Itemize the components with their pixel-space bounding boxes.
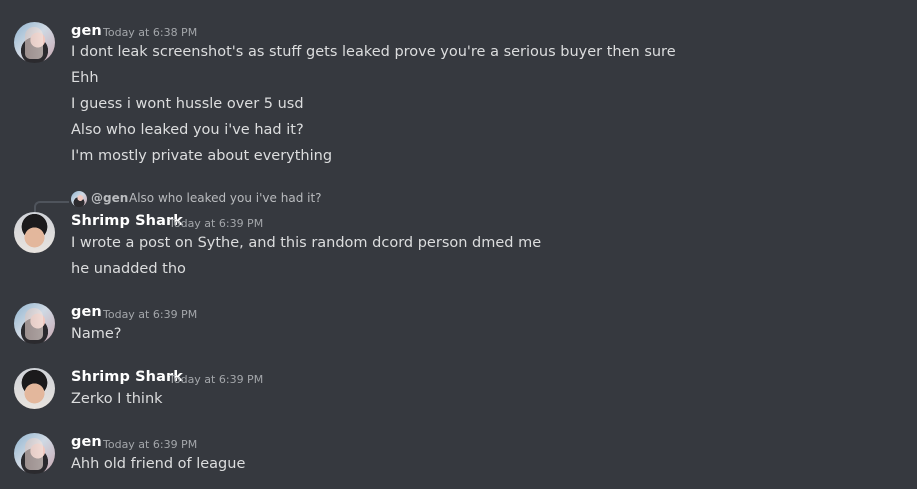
reply-connector <box>34 201 69 212</box>
avatar[interactable] <box>14 368 55 409</box>
message-text: Also who leaked you i've had it? <box>71 122 304 138</box>
message-text: I dont leak screenshot's as stuff gets l… <box>71 44 676 60</box>
message-text: I wrote a post on Sythe, and this random… <box>71 235 542 251</box>
message-text: I'm mostly private about everything <box>71 148 333 164</box>
username[interactable]: gen <box>71 434 102 450</box>
username[interactable]: Shrimp Shark <box>71 213 183 229</box>
message-text: he unadded tho <box>71 261 186 277</box>
avatar[interactable] <box>14 212 55 253</box>
reply-mention[interactable]: @gen <box>91 191 128 205</box>
message-timestamp: Today at 6:39 PM <box>169 217 264 230</box>
message-timestamp: Today at 6:38 PM <box>103 26 198 39</box>
message-timestamp: Today at 6:39 PM <box>103 308 198 321</box>
avatar[interactable] <box>14 22 55 63</box>
avatar[interactable] <box>14 433 55 474</box>
username[interactable]: gen <box>71 304 102 320</box>
message-text: Zerko I think <box>71 391 163 407</box>
message-text: Ehh <box>71 70 99 86</box>
message-timestamp: Today at 6:39 PM <box>103 438 198 451</box>
chat-messages: gen Today at 6:38 PM I dont leak screens… <box>0 0 917 489</box>
username[interactable]: gen <box>71 23 102 39</box>
reply-preview-text[interactable]: Also who leaked you i've had it? <box>129 191 322 205</box>
message-text: Ahh old friend of league <box>71 456 246 472</box>
message-timestamp: Today at 6:39 PM <box>169 373 264 386</box>
message-text: Name? <box>71 326 122 342</box>
reply-avatar <box>71 191 87 207</box>
username[interactable]: Shrimp Shark <box>71 369 183 385</box>
avatar[interactable] <box>14 303 55 344</box>
message-text: I guess i wont hussle over 5 usd <box>71 96 304 112</box>
